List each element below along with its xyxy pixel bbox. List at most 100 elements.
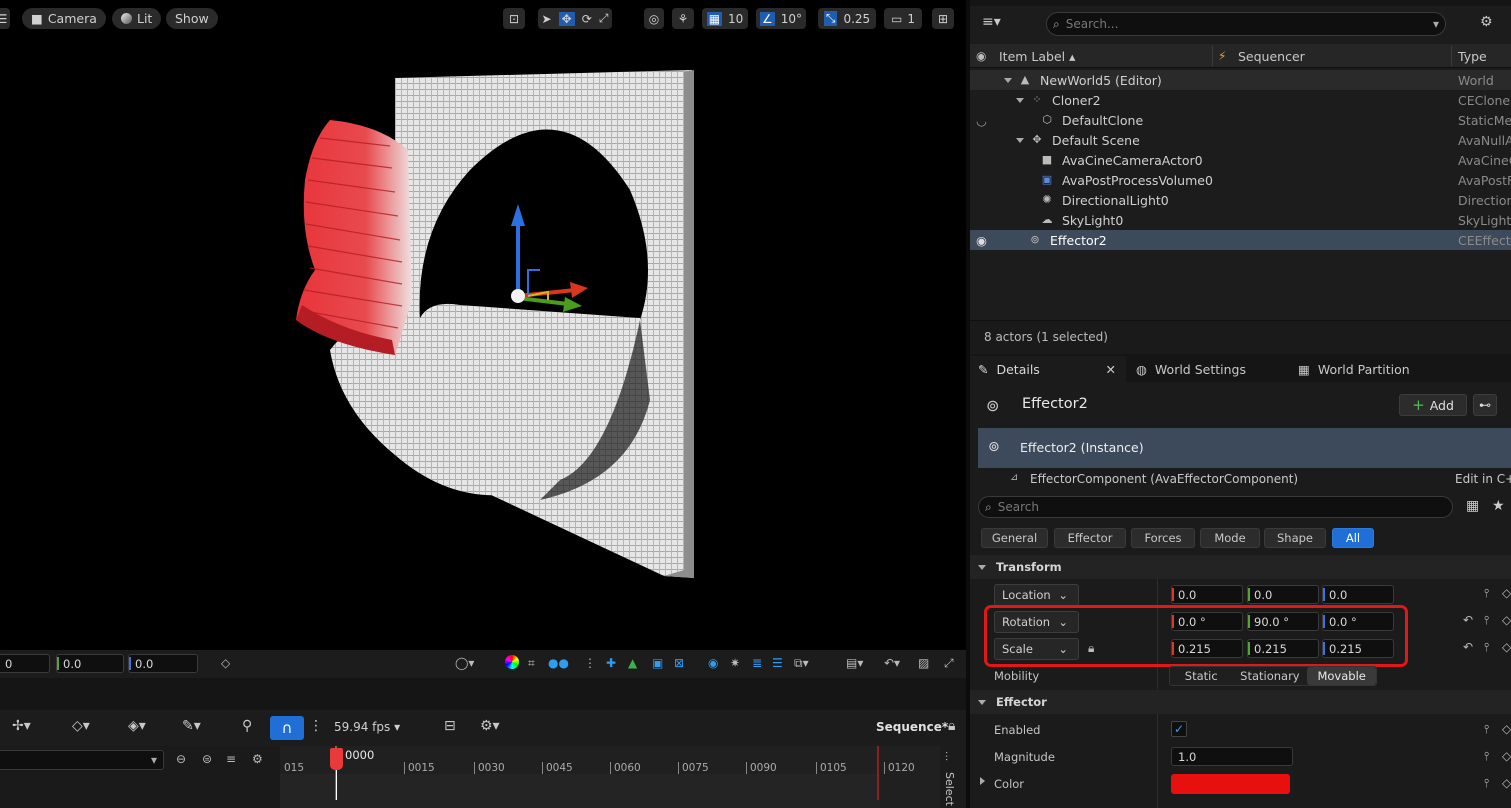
location-pin-icon[interactable]: ⫯	[1484, 586, 1489, 601]
screenshot-icon[interactable]: ▨	[918, 656, 929, 670]
rotation-snap-button[interactable]: ∠ 10°	[756, 8, 806, 29]
visibility-eye-icon[interactable]: ◉	[976, 49, 986, 63]
expand-arrow-icon[interactable]	[1004, 77, 1012, 83]
world-local-icon[interactable]: ◎	[644, 8, 664, 29]
show-button[interactable]: Show	[166, 8, 218, 29]
gamepad-icon[interactable]: ✚	[606, 656, 616, 670]
tree-row-effector2[interactable]: ◉ ⊚ Effector2 CEEffecto	[970, 230, 1511, 250]
gear-small-icon[interactable]: ✷	[730, 656, 740, 670]
mobility-static[interactable]: Static	[1170, 667, 1232, 685]
tree-row-defaultclone[interactable]: ◡ ⬡ DefaultClone StaticMe	[970, 110, 1511, 130]
search-dropdown-icon[interactable]: ▾	[1433, 17, 1439, 31]
pencil-icon[interactable]: ✎▾	[182, 718, 201, 734]
lock-icon[interactable]: 🔒︎	[948, 718, 955, 734]
location-key-icon[interactable]: ◇	[1502, 586, 1511, 600]
viewport-layout-icon[interactable]: ⊞	[932, 8, 954, 29]
location-x-field[interactable]: 0.0	[1171, 585, 1243, 604]
actor-name[interactable]: Effector2	[1022, 396, 1088, 412]
tab-world-settings[interactable]: ◍ World Settings	[1136, 356, 1286, 382]
magnitude-key-icon[interactable]: ◇	[1502, 749, 1511, 763]
hidden-eye-icon[interactable]: ◡	[976, 113, 987, 128]
circle-dropdown-icon[interactable]: ◯▾	[455, 656, 474, 670]
level-viewport[interactable]: ☰ ■ Camera Lit Show ⊡ ➤ ✥ ⟳ ⤢ ◎ ⚘ ▦ 10 ∠…	[0, 0, 966, 650]
fps-dropdown[interactable]: 59.94 fps ▾	[334, 720, 400, 734]
snap-magnet-button[interactable]: ∩	[270, 716, 304, 740]
filter-forces[interactable]: Forces	[1131, 528, 1195, 548]
eye-icon[interactable]: ◉	[708, 656, 718, 670]
sliders-icon[interactable]: ⫶	[945, 750, 948, 765]
rotation-pin-icon[interactable]: ⫯	[1484, 613, 1489, 628]
rotation-reset-icon[interactable]: ↶	[1463, 613, 1473, 627]
tree-row-camera[interactable]: ■ AvaCineCameraActor0 AvaCineC	[970, 150, 1511, 170]
blueprint-icon[interactable]: ⊷	[1473, 394, 1497, 416]
key-interp-icon[interactable]: ◈▾	[128, 718, 146, 734]
track-filter-dropdown[interactable]: ▾	[0, 750, 164, 770]
scale-pin-icon[interactable]: ⫯	[1484, 640, 1489, 655]
location-dropdown[interactable]: Location ⌄	[994, 584, 1079, 606]
playhead[interactable]	[330, 748, 343, 770]
translate-icon[interactable]: ✥	[558, 11, 575, 26]
mobility-movable[interactable]: Movable	[1307, 667, 1376, 685]
table-view-icon[interactable]: ▦	[1466, 498, 1479, 514]
tree-row-defaultscene[interactable]: ✥ Default Scene AvaNullA	[970, 130, 1511, 150]
color-key-icon[interactable]: ◇	[1502, 776, 1511, 790]
filter-general[interactable]: General	[981, 528, 1048, 548]
scale-reset-icon[interactable]: ↶	[1463, 640, 1473, 654]
enabled-key-icon[interactable]: ◇	[1502, 722, 1511, 736]
bottom-field-2[interactable]: 0.0	[56, 654, 124, 673]
crop-icon[interactable]: ⊠	[674, 656, 684, 670]
type-header[interactable]: Type	[1458, 49, 1487, 64]
maximize-icon[interactable]: ⤢	[944, 656, 954, 671]
tree-row-newworld[interactable]: ▲ NewWorld5 (Editor) World	[970, 70, 1511, 90]
camera-button[interactable]: ■ Camera	[22, 8, 106, 29]
sequencer-settings-icon[interactable]: ⚙▾	[480, 718, 500, 734]
location-z-field[interactable]: 0.0	[1322, 585, 1394, 604]
details-search-input[interactable]: ⌕ Search	[978, 496, 1453, 518]
tab-world-partition[interactable]: ▦ World Partition	[1298, 356, 1448, 382]
enabled-checkbox[interactable]: ✓	[1171, 721, 1187, 737]
select-arrow-icon[interactable]: ➤	[542, 12, 552, 26]
expand-arrow-icon[interactable]	[1016, 97, 1024, 103]
lit-button[interactable]: Lit	[112, 8, 162, 29]
magnitude-pin-icon[interactable]: ⫯	[1484, 749, 1489, 764]
track-icon-1[interactable]: ⊖	[176, 752, 186, 766]
instance-row[interactable]: ⊚ Effector2 (Instance)	[978, 428, 1511, 468]
visible-eye-icon[interactable]: ◉	[976, 233, 987, 248]
outliner-settings-icon[interactable]: ⚙	[1480, 14, 1493, 30]
bottom-field-1[interactable]: 0	[0, 654, 50, 673]
playback-range-icon[interactable]: ⊟	[444, 718, 456, 734]
tree-row-postprocess[interactable]: ▣ AvaPostProcessVolume0 AvaPostF	[970, 170, 1511, 190]
filter-effector[interactable]: Effector	[1054, 528, 1126, 548]
filter-icon[interactable]: ≡▾	[982, 14, 1001, 30]
snap-options-icon[interactable]: ⋮	[309, 718, 323, 734]
undo-icon[interactable]: ↶▾	[884, 656, 900, 670]
effector-section-header[interactable]: Effector	[970, 690, 1511, 714]
transform-section-header[interactable]: Transform	[970, 555, 1511, 579]
favorite-star-icon[interactable]: ★	[1492, 498, 1505, 514]
tree-row-skylight[interactable]: ☁ SkyLight0 SkyLight	[970, 210, 1511, 230]
location-y-field[interactable]: 0.0	[1247, 585, 1319, 604]
dots-icon[interactable]: ⋮	[584, 656, 596, 670]
layers-icon[interactable]: ▤▾	[846, 656, 863, 670]
close-tab-icon[interactable]: ✕	[1106, 362, 1116, 377]
tree-row-directionallight[interactable]: ✺ DirectionalLight0 Direction	[970, 190, 1511, 210]
mobility-stationary[interactable]: Stationary	[1232, 667, 1307, 685]
color-swatch[interactable]	[1171, 774, 1290, 794]
rgb-icon[interactable]: ▲	[628, 656, 637, 670]
marker-icon[interactable]: ⚲	[242, 718, 252, 734]
track-icon-2[interactable]: ⊜	[202, 752, 212, 766]
filter-mode[interactable]: Mode	[1200, 528, 1260, 548]
hash-icon[interactable]: ⌗	[528, 656, 535, 671]
tab-details[interactable]: ✎ Details ✕	[970, 356, 1126, 382]
color-expand-arrow-icon[interactable]	[980, 777, 985, 785]
enabled-pin-icon[interactable]: ⫯	[1484, 722, 1489, 737]
camera-speed-button[interactable]: ▭ 1	[884, 8, 922, 29]
item-label-header[interactable]: Item Label ▴	[999, 49, 1075, 64]
edit-in-cpp-link[interactable]: Edit in C++	[1455, 472, 1511, 486]
track-gear-icon[interactable]: ⚙	[252, 752, 263, 766]
expand-arrow-icon[interactable]	[1016, 137, 1024, 143]
filter-all[interactable]: All	[1332, 528, 1374, 548]
add-component-button[interactable]: + Add	[1399, 394, 1467, 416]
perspective-icon[interactable]: ⊡	[503, 8, 525, 29]
component-row[interactable]: ⊿ EffectorComponent (AvaEffectorComponen…	[970, 470, 1511, 488]
